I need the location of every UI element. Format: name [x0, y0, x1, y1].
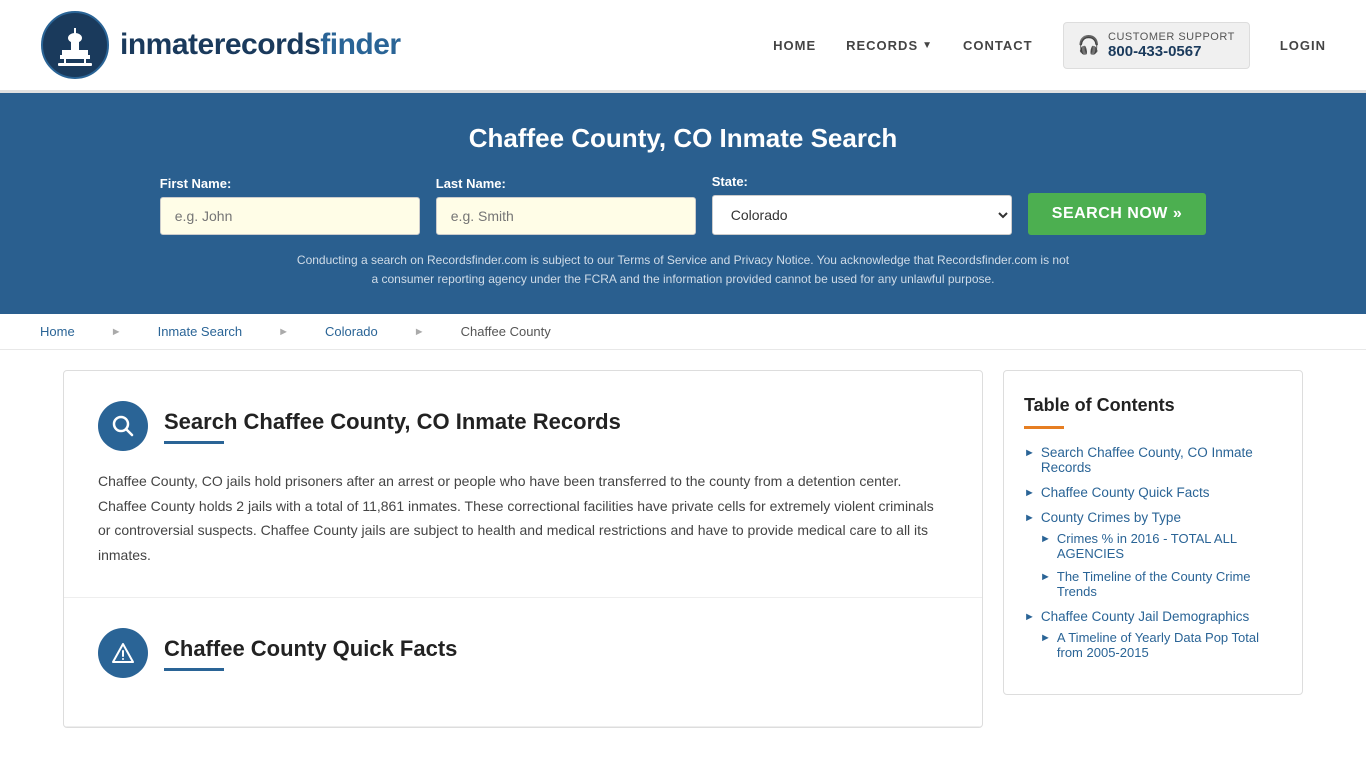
- breadcrumb: Home ► Inmate Search ► Colorado ► Chaffe…: [0, 314, 1366, 350]
- section2-underline: [164, 668, 224, 671]
- search-section-icon: [98, 401, 148, 451]
- toc-sublist-3: ► Crimes % in 2016 - TOTAL ALL AGENCIES …: [1040, 531, 1282, 599]
- toc-subitem-4-1: ► A Timeline of Yearly Data Pop Total fr…: [1040, 630, 1282, 660]
- toc-title: Table of Contents: [1024, 395, 1282, 416]
- section1-header: Search Chaffee County, CO Inmate Records: [98, 401, 948, 451]
- main-nav: HOME RECORDS ▼ CONTACT 🎧 CUSTOMER SUPPOR…: [773, 22, 1326, 69]
- toc-link-1[interactable]: ► Search Chaffee County, CO Inmate Recor…: [1024, 445, 1282, 475]
- toc-underline: [1024, 426, 1064, 429]
- state-label: State:: [712, 174, 1012, 189]
- logo-icon: [40, 10, 110, 80]
- breadcrumb-current: Chaffee County: [461, 324, 551, 339]
- chevron-right-icon: ►: [1024, 487, 1035, 499]
- search-form: First Name: Last Name: State: Colorado S…: [40, 174, 1326, 235]
- chevron-right-icon: ►: [1024, 512, 1035, 524]
- last-name-input[interactable]: [436, 197, 696, 235]
- warning-section-icon: [98, 628, 148, 678]
- section1-body: Chaffee County, CO jails hold prisoners …: [98, 469, 948, 567]
- warning-icon: [112, 642, 134, 664]
- last-name-label: Last Name:: [436, 176, 696, 191]
- search-icon: [112, 415, 134, 437]
- toc-link-2[interactable]: ► Chaffee County Quick Facts: [1024, 485, 1282, 500]
- toc-sublist-4: ► A Timeline of Yearly Data Pop Total fr…: [1040, 630, 1282, 660]
- support-label: CUSTOMER SUPPORT: [1108, 31, 1235, 43]
- main-content: Search Chaffee County, CO Inmate Records…: [43, 370, 1323, 728]
- section2-header: Chaffee County Quick Facts: [98, 628, 948, 678]
- toc-subitem-3-2: ► The Timeline of the County Crime Trend…: [1040, 569, 1282, 599]
- state-select[interactable]: Colorado: [712, 195, 1012, 235]
- chevron-right-icon: ►: [1040, 571, 1051, 583]
- search-banner: Chaffee County, CO Inmate Search First N…: [0, 93, 1366, 314]
- nav-login[interactable]: LOGIN: [1280, 38, 1326, 53]
- page-title: Chaffee County, CO Inmate Search: [40, 123, 1326, 154]
- breadcrumb-sep-2: ►: [278, 326, 289, 338]
- state-group: State: Colorado: [712, 174, 1012, 235]
- toc-list: ► Search Chaffee County, CO Inmate Recor…: [1024, 445, 1282, 660]
- toc-item-3: ► County Crimes by Type ► Crimes % in 20…: [1024, 510, 1282, 599]
- toc-link-4[interactable]: ► Chaffee County Jail Demographics: [1024, 609, 1282, 624]
- chevron-right-icon: ►: [1040, 533, 1051, 545]
- customer-support-box[interactable]: 🎧 CUSTOMER SUPPORT 800-433-0567: [1063, 22, 1250, 69]
- search-button[interactable]: SEARCH NOW »: [1028, 193, 1206, 235]
- breadcrumb-sep-1: ►: [111, 326, 122, 338]
- chevron-down-icon: ▼: [922, 40, 933, 51]
- toc-item-2: ► Chaffee County Quick Facts: [1024, 485, 1282, 500]
- nav-records[interactable]: RECORDS ▼: [846, 38, 933, 53]
- logo[interactable]: inmaterecordsfinder: [40, 10, 401, 80]
- first-name-group: First Name:: [160, 176, 420, 235]
- breadcrumb-home[interactable]: Home: [40, 324, 75, 339]
- support-number: 800-433-0567: [1108, 43, 1235, 60]
- logo-text: inmaterecordsfinder: [120, 28, 401, 62]
- first-name-label: First Name:: [160, 176, 420, 191]
- toc-subitem-3-1: ► Crimes % in 2016 - TOTAL ALL AGENCIES: [1040, 531, 1282, 561]
- toc-item-4: ► Chaffee County Jail Demographics ► A T…: [1024, 609, 1282, 660]
- headphone-icon: 🎧: [1078, 35, 1100, 56]
- breadcrumb-inmate-search[interactable]: Inmate Search: [158, 324, 243, 339]
- nav-contact[interactable]: CONTACT: [963, 38, 1033, 53]
- chevron-right-icon: ►: [1024, 611, 1035, 623]
- last-name-group: Last Name:: [436, 176, 696, 235]
- section-quick-facts: Chaffee County Quick Facts: [64, 598, 982, 727]
- section1-underline: [164, 441, 224, 444]
- section2-title: Chaffee County Quick Facts: [164, 636, 457, 662]
- first-name-input[interactable]: [160, 197, 420, 235]
- section-search-records: Search Chaffee County, CO Inmate Records…: [64, 371, 982, 598]
- breadcrumb-sep-3: ►: [414, 326, 425, 338]
- toc-link-3[interactable]: ► County Crimes by Type: [1024, 510, 1282, 525]
- toc-sublink-3-1[interactable]: ► Crimes % in 2016 - TOTAL ALL AGENCIES: [1040, 531, 1282, 561]
- toc-item-1: ► Search Chaffee County, CO Inmate Recor…: [1024, 445, 1282, 475]
- table-of-contents: Table of Contents ► Search Chaffee Count…: [1003, 370, 1303, 695]
- site-header: inmaterecordsfinder HOME RECORDS ▼ CONTA…: [0, 0, 1366, 93]
- disclaimer-text: Conducting a search on Recordsfinder.com…: [293, 251, 1073, 289]
- breadcrumb-state[interactable]: Colorado: [325, 324, 378, 339]
- section1-title: Search Chaffee County, CO Inmate Records: [164, 409, 621, 435]
- content-area: Search Chaffee County, CO Inmate Records…: [63, 370, 983, 728]
- toc-sublink-4-1[interactable]: ► A Timeline of Yearly Data Pop Total fr…: [1040, 630, 1282, 660]
- chevron-right-icon: ►: [1040, 632, 1051, 644]
- chevron-right-icon: ►: [1024, 447, 1035, 459]
- toc-sublink-3-2[interactable]: ► The Timeline of the County Crime Trend…: [1040, 569, 1282, 599]
- nav-home[interactable]: HOME: [773, 38, 816, 53]
